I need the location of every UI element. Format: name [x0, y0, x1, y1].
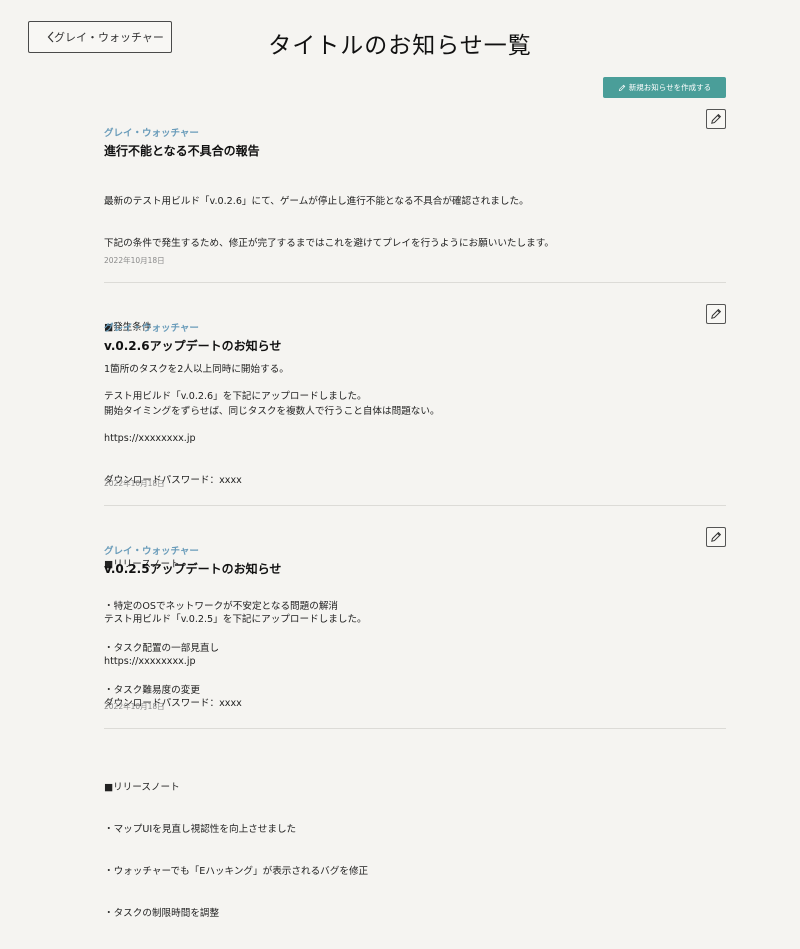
body-line: テスト用ビルド「v.0.2.5」を下記にアップロードしました。 [104, 614, 367, 625]
edit-button[interactable] [706, 304, 726, 324]
post-date: 2022年10月18日 [104, 479, 165, 488]
post-title: v.0.2.5アップデートのお知らせ [104, 562, 282, 576]
body-line: 下記の条件で発生するため、修正が完了するまではこれを避けてプレイを行うようにお願… [104, 238, 554, 249]
notice-post: グレイ・ウォッチャー 進行不能となる不具合の報告 最新のテスト用ビルド「v.0.… [104, 109, 726, 417]
post-author[interactable]: グレイ・ウォッチャー [104, 125, 199, 139]
body-line: https://xxxxxxxx.jp [104, 656, 196, 667]
post-author[interactable]: グレイ・ウォッチャー [104, 543, 199, 557]
create-notice-label: 新規お知らせを作成する [628, 83, 712, 92]
body-line: ・マップUIを見直し視認性を向上させました [104, 824, 297, 835]
pencil-icon [618, 84, 626, 91]
pencil-icon [711, 308, 722, 319]
pencil-icon [711, 531, 722, 542]
body-line: テスト用ビルド「v.0.2.6」を下記にアップロードしました。 [104, 391, 367, 402]
page-title: タイトルのお知らせ一覧 [268, 33, 532, 59]
divider [104, 728, 726, 729]
create-notice-button[interactable]: 新規お知らせを作成する [603, 77, 726, 98]
post-body: テスト用ビルド「v.0.2.5」を下記にアップロードしました。 https://… [104, 585, 368, 949]
body-line: ■リリースノート [104, 782, 180, 793]
post-title: 進行不能となる不具合の報告 [104, 144, 260, 158]
body-line [104, 739, 368, 753]
post-date: 2022年10月18日 [104, 256, 165, 265]
divider [104, 282, 726, 283]
notice-post: グレイ・ウォッチャー v.0.2.5アップデートのお知らせ テスト用ビルド「v.… [104, 527, 726, 919]
post-author[interactable]: グレイ・ウォッチャー [104, 320, 199, 334]
body-line: ・ウォッチャーでも「Eハッキング」が表示されるバグを修正 [104, 866, 369, 877]
body-line: ・タスクの制限時間を調整 [104, 908, 220, 919]
pencil-icon [711, 113, 722, 124]
notice-post: グレイ・ウォッチャー v.0.2.6アップデートのお知らせ テスト用ビルド「v.… [104, 304, 726, 696]
post-title: v.0.2.6アップデートのお知らせ [104, 339, 282, 353]
edit-button[interactable] [706, 527, 726, 547]
body-line: 最新のテスト用ビルド「v.0.2.6」にて、ゲームが停止し進行不能となる不具合が… [104, 196, 529, 207]
post-date: 2022年10月18日 [104, 702, 165, 711]
divider [104, 505, 726, 506]
edit-button[interactable] [706, 109, 726, 129]
body-line: https://xxxxxxxx.jp [104, 433, 196, 444]
